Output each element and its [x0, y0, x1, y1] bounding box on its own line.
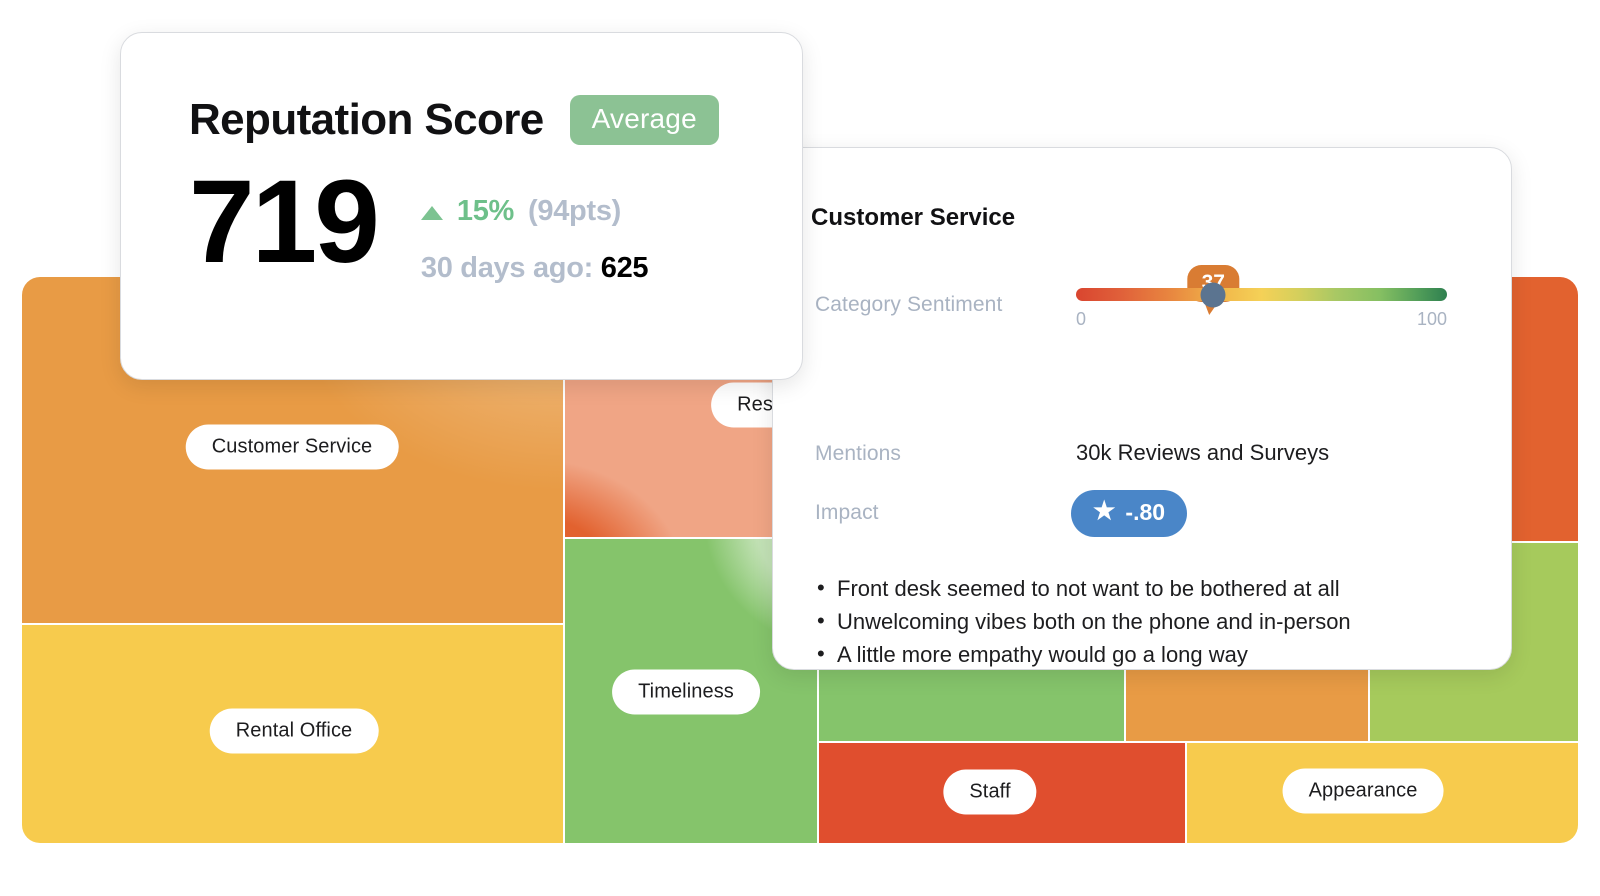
score-card-body: 719 15% (94pts) 30 days ago: 625	[121, 145, 802, 285]
score-delta-percent: 15%	[456, 195, 515, 227]
score-card-header: Reputation Score Average	[121, 33, 802, 145]
treemap-tile-deep-orange[interactable]	[1512, 277, 1578, 541]
sentiment-scale: 0 100	[1076, 309, 1447, 330]
treemap-label-rental-office[interactable]: Rental Office	[209, 708, 379, 754]
status-badge: Average	[569, 95, 719, 145]
impact-value: -.80	[1125, 499, 1166, 525]
score-delta-points: (94pts)	[528, 195, 622, 227]
score-card-metrics: 15% (94pts) 30 days ago: 625	[377, 161, 649, 285]
treemap-label-staff[interactable]: Staff	[943, 769, 1037, 815]
sentiment-max-tick: 100	[1416, 309, 1447, 329]
score-delta-row: 15% (94pts)	[420, 195, 648, 228]
score-previous-row: 30 days ago: 625	[420, 252, 649, 285]
impact-badge[interactable]: ★ -.80	[1071, 490, 1188, 537]
category-sentiment-label: Category Sentiment	[815, 293, 1003, 316]
list-item: A little more empathy would go a long wa…	[817, 641, 1351, 668]
treemap-label-timeliness[interactable]: Timeliness	[612, 669, 760, 715]
detail-card-title: Customer Service	[811, 204, 1016, 231]
score-previous-label: 30 days ago:	[420, 252, 593, 284]
category-detail-card: Customer Service Category Sentiment 37 0…	[772, 147, 1512, 670]
reputation-score-card: Reputation Score Average 719 15% (94pts)…	[120, 32, 803, 380]
list-item: Front desk seemed to not want to be both…	[817, 575, 1351, 602]
sentiment-gradient-bar[interactable]	[1076, 282, 1447, 307]
star-icon: ★	[1093, 497, 1116, 525]
treemap-label-appearance[interactable]: Appearance	[1282, 768, 1444, 814]
category-sentiment-slider[interactable]: 37 0 100	[1076, 265, 1447, 330]
score-previous-value: 625	[600, 252, 649, 284]
impact-label: Impact	[815, 501, 879, 524]
mentions-label: Mentions	[815, 442, 902, 465]
sentiment-min-tick: 0	[1076, 309, 1087, 329]
dashboard-stage: Customer Service Rental Office Resident …	[0, 0, 1600, 896]
mentions-value: 30k Reviews and Surveys	[1076, 440, 1330, 465]
sentiment-knob[interactable]	[1200, 282, 1226, 307]
treemap-label-customer-service[interactable]: Customer Service	[185, 424, 399, 470]
triangle-up-icon	[420, 206, 443, 220]
list-item: Unwelcoming vibes both on the phone and …	[817, 608, 1351, 635]
page-title: Reputation Score	[189, 95, 544, 144]
insight-bullet-list: Front desk seemed to not want to be both…	[817, 575, 1351, 675]
reputation-score-value: 719	[189, 156, 380, 288]
